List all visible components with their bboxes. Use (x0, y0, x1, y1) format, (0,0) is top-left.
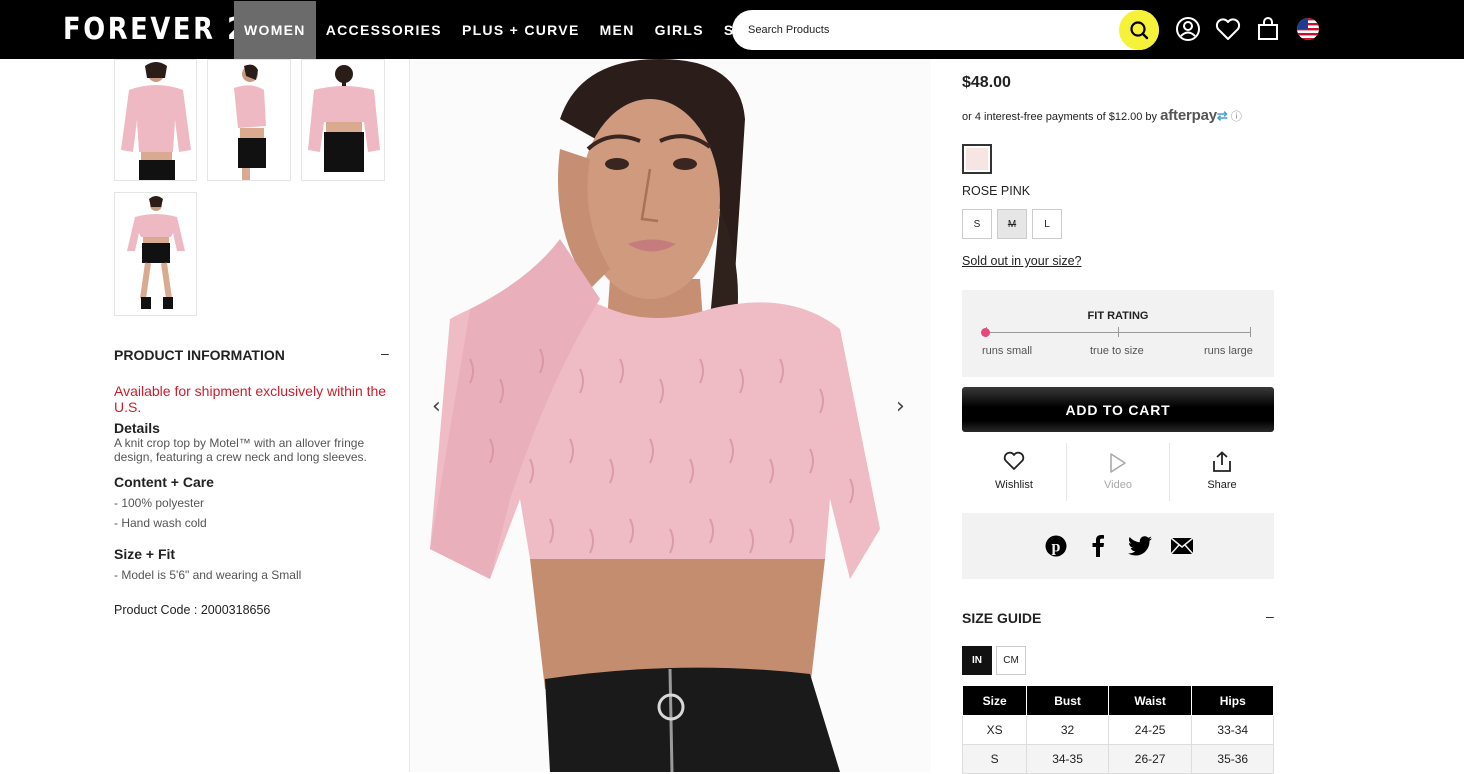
selected-color-name: ROSE PINK (962, 184, 1031, 198)
nav-accessories[interactable]: ACCESSORIES (316, 1, 452, 59)
size-fit-heading: Size + Fit (114, 546, 176, 562)
svg-text:p: p (1052, 539, 1061, 556)
afterpay-info-icon[interactable]: ⓘ (1231, 111, 1242, 123)
table-cell: 32 (1026, 715, 1109, 745)
size-guide-collapse-toggle[interactable]: – (1266, 608, 1274, 624)
account-icon[interactable] (1175, 16, 1201, 42)
table-row: S 34-35 26-27 35-36 (961, 744, 1274, 774)
afterpay-logo: afterpay (1160, 107, 1217, 124)
fit-tick (1250, 327, 1251, 337)
gallery-next-arrow[interactable]: › (896, 394, 905, 419)
main-product-image[interactable]: ‹ › (410, 59, 931, 772)
size-fit-item: - Model is 5'6" and wearing a Small (114, 568, 302, 582)
fit-tick (1118, 327, 1119, 337)
size-option-m[interactable]: M (997, 209, 1027, 239)
details-heading: Details (114, 420, 160, 436)
unit-toggle-cm[interactable]: CM (996, 646, 1026, 675)
shipping-notice: Available for shipment exclusively withi… (114, 383, 387, 415)
column-header: Bust (1026, 685, 1109, 716)
size-guide-table: Size Bust Waist Hips XS 32 24-25 33-34 S… (961, 685, 1274, 774)
nav-women[interactable]: WOMEN (234, 1, 316, 59)
search-button[interactable] (1119, 10, 1159, 50)
pinterest-icon[interactable]: p (1044, 534, 1068, 558)
product-information-heading[interactable]: PRODUCT INFORMATION (114, 347, 285, 363)
fit-rating-panel: FIT RATING runs small true to size runs … (962, 290, 1274, 377)
search-bar (732, 10, 1159, 50)
thumbnail-front[interactable] (114, 59, 197, 181)
size-option-s[interactable]: S (962, 209, 992, 239)
table-cell: 35-36 (1191, 744, 1274, 774)
product-code: Product Code : 2000318656 (114, 603, 271, 617)
thumbnail-back[interactable] (301, 59, 385, 181)
video-label: Video (1104, 479, 1132, 491)
nav-girls[interactable]: GIRLS (645, 1, 714, 59)
wishlist-button[interactable]: Wishlist (962, 443, 1066, 501)
afterpay-arrows-icon: ⇄ (1216, 108, 1228, 123)
wishlist-label: Wishlist (995, 479, 1033, 491)
share-button[interactable]: Share (1170, 443, 1274, 501)
column-header: Size (961, 685, 1028, 716)
nav-men[interactable]: MEN (590, 1, 645, 59)
fit-label-runs-large: runs large (1204, 345, 1253, 357)
column-header: Hips (1191, 685, 1274, 716)
table-row: XS 32 24-25 33-34 (961, 715, 1274, 745)
thumbnail-side[interactable] (207, 59, 291, 181)
fit-label-runs-small: runs small (982, 345, 1033, 357)
details-text: A knit crop top by Motel™ with an allove… (114, 436, 367, 464)
gallery-prev-arrow[interactable]: ‹ (432, 394, 441, 419)
table-cell: 33-34 (1191, 715, 1274, 745)
twitter-icon[interactable] (1128, 534, 1152, 558)
content-item: - 100% polyester (114, 496, 205, 510)
swatch-fill (966, 148, 988, 170)
facebook-icon[interactable] (1086, 534, 1110, 558)
product-price: $48.00 (962, 74, 1011, 91)
nav-plus-curve[interactable]: PLUS + CURVE (452, 1, 590, 59)
main-nav: WOMEN ACCESSORIES PLUS + CURVE MEN GIRLS… (234, 1, 776, 59)
heart-icon (1003, 451, 1025, 470)
content-item: - Hand wash cold (114, 516, 207, 530)
thumbnail-full-body[interactable] (114, 192, 197, 316)
size-option-l[interactable]: L (1032, 209, 1062, 239)
unit-toggle-in[interactable]: IN (962, 646, 992, 675)
site-header: FOREVER 21 WOMEN ACCESSORIES PLUS + CURV… (0, 0, 1464, 59)
sold-out-in-size-link[interactable]: Sold out in your size? (962, 254, 1082, 268)
afterpay-text: or 4 interest-free payments of $12.00 by (962, 111, 1158, 123)
content-care-heading: Content + Care (114, 474, 214, 490)
fit-rating-title: FIT RATING (1087, 310, 1149, 322)
product-information-collapse-toggle[interactable]: – (381, 345, 389, 361)
color-swatch-rose-pink[interactable] (962, 144, 992, 174)
column-header: Waist (1107, 685, 1193, 716)
play-icon (1110, 453, 1126, 473)
table-cell: S (961, 744, 1028, 774)
size-guide-heading[interactable]: SIZE GUIDE (962, 610, 1041, 626)
size-guide-header-row: Size Bust Waist Hips (961, 685, 1274, 716)
email-icon[interactable] (1170, 534, 1194, 558)
share-label: Share (1207, 479, 1237, 491)
afterpay-message: or 4 interest-free payments of $12.00 by… (962, 107, 1242, 124)
search-icon (1130, 21, 1149, 40)
table-cell: 26-27 (1107, 744, 1193, 774)
table-cell: 34-35 (1026, 744, 1109, 774)
wishlist-heart-icon[interactable] (1215, 16, 1241, 42)
table-cell: XS (961, 715, 1028, 745)
search-input[interactable] (748, 10, 1108, 50)
video-button[interactable]: Video (1066, 443, 1170, 501)
add-to-cart-button[interactable]: ADD TO CART (962, 387, 1274, 432)
social-share-panel: p (962, 513, 1274, 579)
us-flag-icon[interactable] (1295, 16, 1321, 42)
table-cell: 24-25 (1107, 715, 1193, 745)
fit-rating-marker (981, 328, 990, 337)
shopping-bag-icon[interactable] (1255, 16, 1281, 42)
fit-label-true-to-size: true to size (1090, 345, 1144, 357)
share-icon (1213, 451, 1231, 472)
